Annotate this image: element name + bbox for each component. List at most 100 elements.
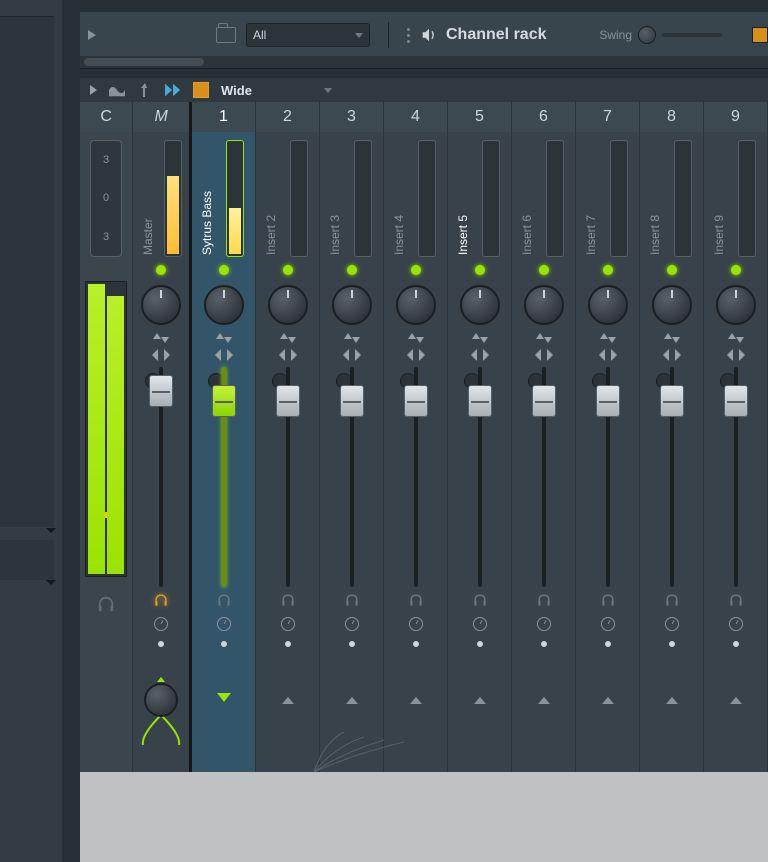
output-knob[interactable] <box>144 683 178 717</box>
route-arrow-up-icon[interactable] <box>474 697 486 704</box>
headphone-icon[interactable] <box>536 593 552 607</box>
stereo-sep-icon[interactable] <box>343 349 361 361</box>
volume-fader[interactable] <box>460 367 500 587</box>
volume-fader[interactable] <box>716 367 756 587</box>
route-arrow-up-icon[interactable] <box>346 697 358 704</box>
swap-icon[interactable] <box>664 333 680 343</box>
pan-knob[interactable] <box>716 285 756 325</box>
headphone-icon[interactable] <box>280 593 296 607</box>
headphone-icon[interactable] <box>728 593 744 607</box>
delay-icon[interactable] <box>154 617 168 631</box>
stereo-sep-icon[interactable] <box>471 349 489 361</box>
send-dot[interactable] <box>477 641 483 647</box>
wave-icon[interactable] <box>109 82 125 98</box>
pan-knob[interactable] <box>652 285 692 325</box>
delay-icon[interactable] <box>665 617 679 631</box>
fader-handle[interactable] <box>660 385 684 417</box>
headphone-icon[interactable] <box>664 593 680 607</box>
mute-led[interactable] <box>603 265 613 275</box>
stereo-sep-icon[interactable] <box>407 349 425 361</box>
track-5[interactable]: Insert 5 <box>448 132 512 772</box>
stereo-sep-icon[interactable] <box>599 349 617 361</box>
scrollbar-thumb[interactable] <box>84 58 204 66</box>
fader-handle[interactable] <box>532 385 556 417</box>
swap-icon[interactable] <box>153 333 169 343</box>
header-track-7[interactable]: 7 <box>576 102 640 132</box>
track-4[interactable]: Insert 4 <box>384 132 448 772</box>
send-dot[interactable] <box>541 641 547 647</box>
pan-knob[interactable] <box>460 285 500 325</box>
headphone-icon[interactable] <box>153 593 169 607</box>
play-icon[interactable] <box>88 30 96 40</box>
swap-icon[interactable] <box>344 333 360 343</box>
swap-icon[interactable] <box>536 333 552 343</box>
chevron-down-icon[interactable] <box>324 88 332 93</box>
fader-handle[interactable] <box>276 385 300 417</box>
polarity-controls[interactable] <box>535 333 553 361</box>
header-track-8[interactable]: 8 <box>640 102 704 132</box>
horizontal-scrollbar[interactable] <box>80 56 768 69</box>
send-dot[interactable] <box>669 641 675 647</box>
channel-rack-button[interactable]: Channel rack <box>420 26 546 44</box>
track-9[interactable]: Insert 9 <box>704 132 768 772</box>
fader-handle[interactable] <box>340 385 364 417</box>
headphone-icon[interactable] <box>472 593 488 607</box>
pan-knob[interactable] <box>588 285 628 325</box>
pan-knob[interactable] <box>141 285 181 325</box>
panel-collapse-icon[interactable] <box>46 526 56 536</box>
track-1[interactable]: Sytrus Bass <box>192 132 256 772</box>
stereo-sep-icon[interactable] <box>152 349 170 361</box>
route-arrow-up-icon[interactable] <box>602 697 614 704</box>
stereo-sep-icon[interactable] <box>663 349 681 361</box>
mute-led[interactable] <box>156 265 166 275</box>
header-track-9[interactable]: 9 <box>704 102 768 132</box>
swing-knob[interactable] <box>638 26 656 44</box>
mute-led[interactable] <box>347 265 357 275</box>
send-dot[interactable] <box>158 641 164 647</box>
stereo-sep-icon[interactable] <box>535 349 553 361</box>
send-dot[interactable] <box>349 641 355 647</box>
swing-control[interactable]: Swing <box>599 26 722 44</box>
volume-fader[interactable] <box>524 367 564 587</box>
route-arrow-down-icon[interactable] <box>217 693 231 702</box>
headphone-icon[interactable] <box>344 593 360 607</box>
polarity-controls[interactable] <box>471 333 489 361</box>
swap-icon[interactable] <box>216 333 232 343</box>
header-master[interactable]: M <box>133 102 192 132</box>
header-track-2[interactable]: 2 <box>256 102 320 132</box>
swap-icon[interactable] <box>472 333 488 343</box>
folder-icon[interactable] <box>216 27 236 43</box>
header-track-5[interactable]: 5 <box>448 102 512 132</box>
volume-fader[interactable] <box>332 367 372 587</box>
track-7[interactable]: Insert 7 <box>576 132 640 772</box>
polarity-controls[interactable] <box>152 333 170 361</box>
swap-icon[interactable] <box>280 333 296 343</box>
mute-led[interactable] <box>667 265 677 275</box>
send-dot[interactable] <box>285 641 291 647</box>
polarity-controls[interactable] <box>727 333 745 361</box>
track-8[interactable]: Insert 8 <box>640 132 704 772</box>
delay-icon[interactable] <box>345 617 359 631</box>
route-arrow-up-icon[interactable] <box>538 697 550 704</box>
fader-handle[interactable] <box>149 375 173 407</box>
delay-icon[interactable] <box>409 617 423 631</box>
browser-filter-dropdown[interactable]: All <box>246 23 370 47</box>
polarity-controls[interactable] <box>663 333 681 361</box>
headphone-icon[interactable] <box>216 593 232 607</box>
fader-handle[interactable] <box>404 385 428 417</box>
delay-icon[interactable] <box>217 617 231 631</box>
header-track-4[interactable]: 4 <box>384 102 448 132</box>
stereo-sep-icon[interactable] <box>279 349 297 361</box>
swap-icon[interactable] <box>408 333 424 343</box>
header-track-3[interactable]: 3 <box>320 102 384 132</box>
polarity-controls[interactable] <box>215 333 233 361</box>
volume-fader[interactable] <box>268 367 308 587</box>
master-track[interactable]: Master <box>133 132 192 772</box>
header-control[interactable]: C <box>80 102 133 132</box>
delay-icon[interactable] <box>601 617 615 631</box>
mute-led[interactable] <box>731 265 741 275</box>
volume-fader[interactable] <box>396 367 436 587</box>
route-arrow-up-icon[interactable] <box>730 697 742 704</box>
headphone-icon[interactable] <box>408 593 424 607</box>
mute-led[interactable] <box>219 265 229 275</box>
